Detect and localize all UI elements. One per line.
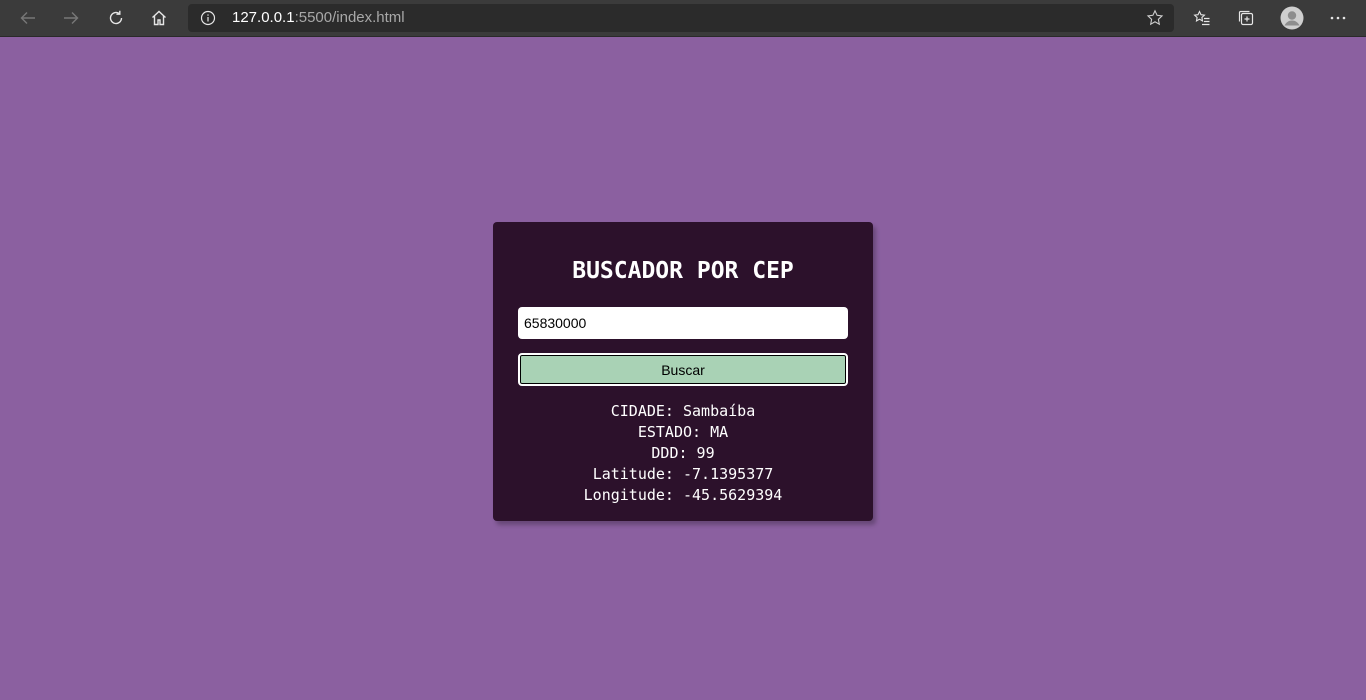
more-icon[interactable] <box>1323 4 1353 32</box>
info-icon[interactable] <box>200 10 216 26</box>
address-bar[interactable]: 127.0.0.1:5500/index.html <box>188 4 1174 32</box>
results-panel: CIDADE: Sambaíba ESTADO: MA DDD: 99 Lati… <box>493 401 873 506</box>
collections-icon[interactable] <box>1231 4 1261 32</box>
result-longitude: Longitude: -45.5629394 <box>493 485 873 506</box>
result-label: ESTADO: <box>637 423 702 441</box>
cep-search-card: BUSCADOR POR CEP Buscar CIDADE: Sambaíba… <box>493 222 873 521</box>
result-value: Sambaíba <box>683 402 756 420</box>
profile-icon[interactable] <box>1277 4 1307 32</box>
result-label: DDD: <box>651 444 688 462</box>
result-latitude: Latitude: -7.1395377 <box>493 464 873 485</box>
result-value: MA <box>710 423 729 441</box>
forward-icon[interactable] <box>56 4 86 32</box>
url-host: 127.0.0.1 <box>232 9 295 26</box>
result-label: CIDADE: <box>610 402 674 420</box>
result-state: ESTADO: MA <box>493 422 873 443</box>
result-value: -7.1395377 <box>683 465 774 483</box>
result-label: Latitude: <box>592 465 674 483</box>
favorites-icon[interactable] <box>1187 4 1217 32</box>
back-icon[interactable] <box>13 4 43 32</box>
result-city: CIDADE: Sambaíba <box>493 401 873 422</box>
cep-input[interactable] <box>518 307 848 339</box>
url-text: 127.0.0.1:5500/index.html <box>232 9 405 27</box>
page-title: BUSCADOR POR CEP <box>572 258 794 284</box>
result-ddd: DDD: 99 <box>493 443 873 464</box>
search-button[interactable]: Buscar <box>518 353 848 386</box>
browser-toolbar: 127.0.0.1:5500/index.html <box>0 0 1366 37</box>
home-icon[interactable] <box>144 4 174 32</box>
refresh-icon[interactable] <box>101 4 131 32</box>
result-value: 99 <box>696 444 715 462</box>
url-path: :5500/index.html <box>294 9 405 26</box>
favorite-star-icon[interactable] <box>1146 9 1164 27</box>
result-value: -45.5629394 <box>683 486 783 504</box>
result-label: Longitude: <box>583 486 674 504</box>
